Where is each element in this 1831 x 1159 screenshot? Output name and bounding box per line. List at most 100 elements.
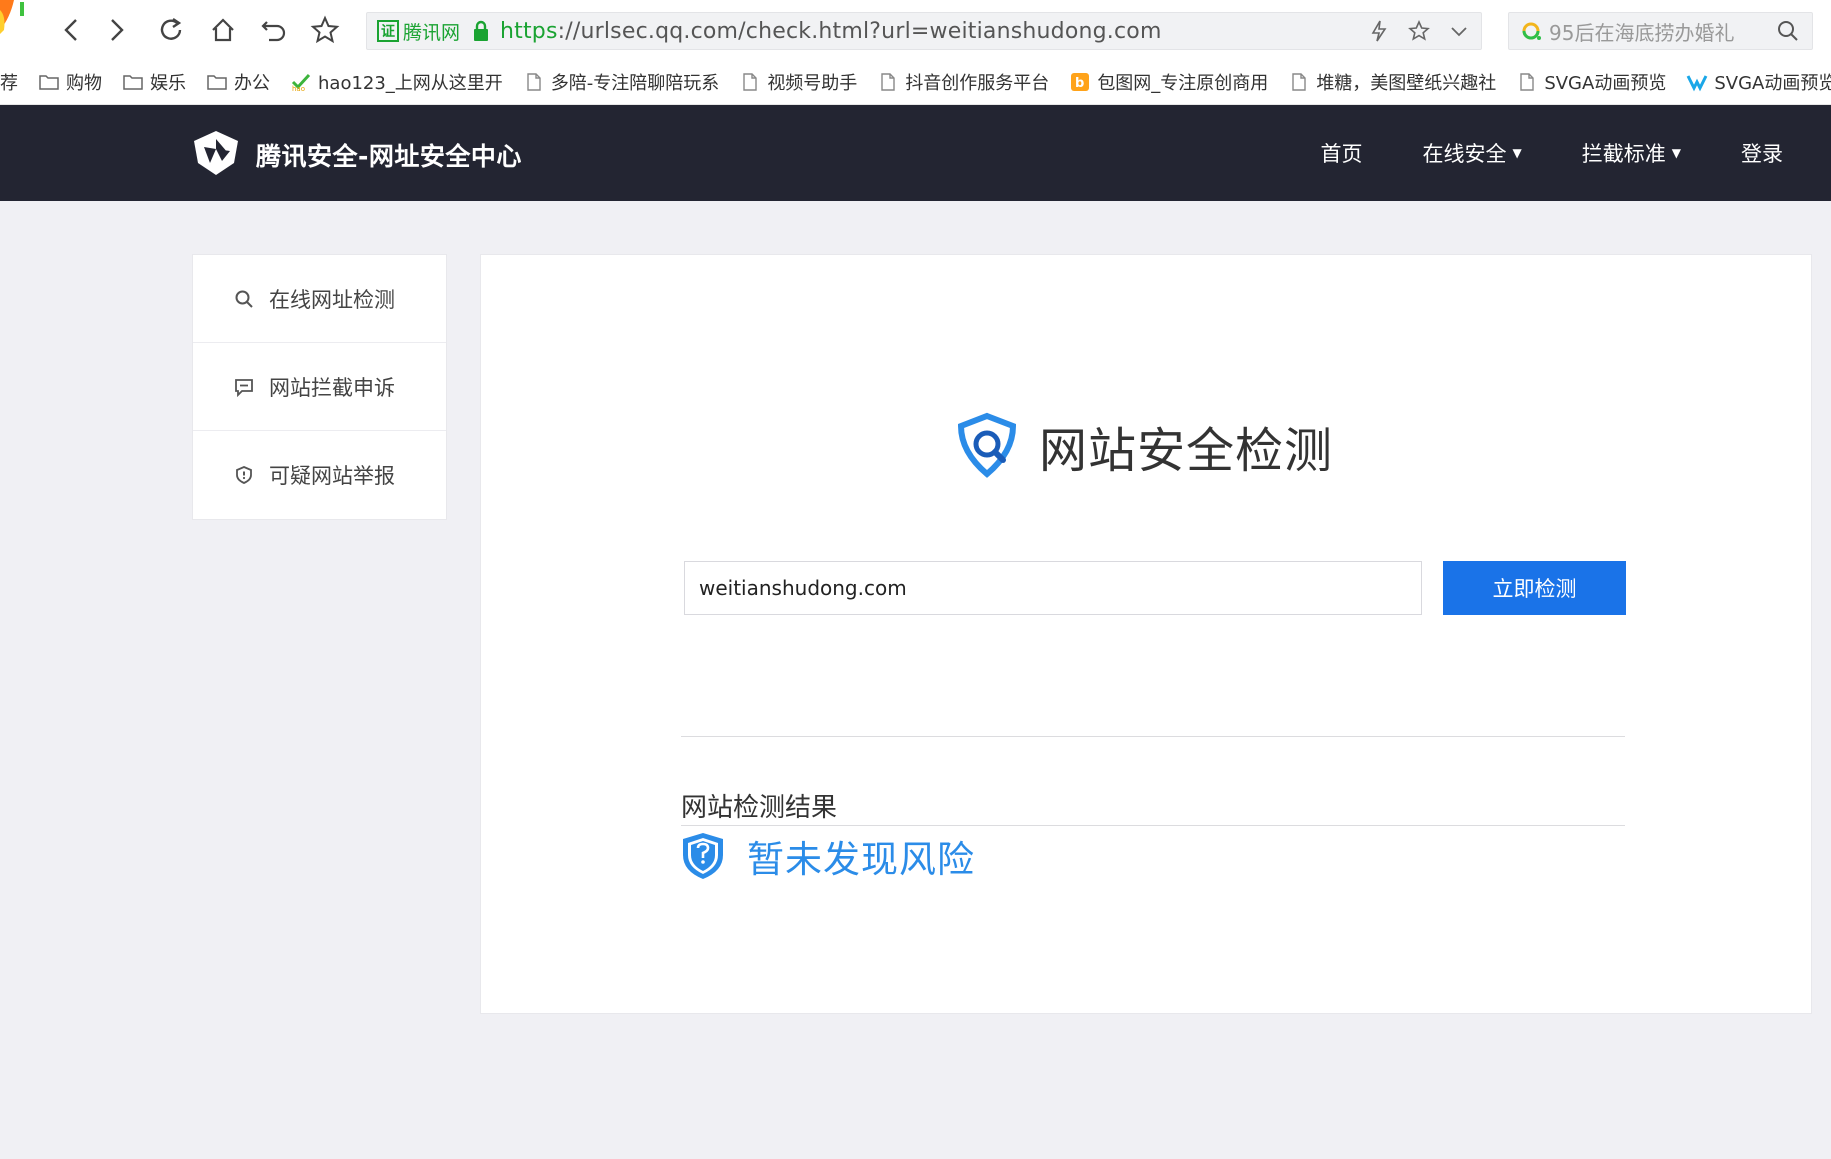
bookmarks-bar: 荐 购物 娱乐 办公 hao hao123_上网从这里开 多陪-专注陪聊陪玩系 视频号助手 抖音… — [0, 60, 1831, 105]
url-rest: ://urlsec.qq.com/check.html?url=weitians… — [557, 18, 1162, 44]
nav-online-security-label: 在线安全 — [1422, 142, 1507, 166]
bookmark-item[interactable]: 娱乐 — [122, 69, 186, 95]
bookmark-label: 购物 — [66, 73, 102, 94]
hao123-icon: hao — [290, 72, 312, 92]
caret-down-icon: ▼ — [1512, 146, 1522, 160]
svga-icon — [1686, 72, 1708, 92]
search-hint: 95后在海底捞办婚礼 — [1549, 20, 1735, 45]
divider — [681, 736, 1625, 737]
result-label: 网站检测结果 — [681, 793, 838, 823]
nav-login-label: 登录 — [1741, 142, 1783, 166]
folder-icon — [206, 72, 228, 92]
bookmark-item[interactable]: b 包图网_专注原创商用 — [1069, 69, 1268, 95]
favorite-button[interactable] — [305, 10, 345, 50]
sidebar-item-url-check[interactable]: 在线网址检测 — [193, 255, 446, 343]
bookmark-item[interactable]: hao hao123_上网从这里开 — [290, 69, 503, 95]
browser-search-box[interactable]: 95后在海底捞办婚礼 — [1508, 12, 1813, 50]
bookmark-label: SVGA动画预览 — [1714, 73, 1831, 94]
bookmark-label: 堆糖，美图壁纸兴趣社 — [1316, 73, 1497, 94]
svg-text:b: b — [1075, 76, 1084, 91]
search-icon — [235, 290, 253, 308]
cert-icon: 证 — [377, 20, 399, 42]
shield-alert-icon — [236, 466, 252, 484]
site-header: 腾讯安全-网址安全中心 首页 在线安全 ▼ 拦截标准 ▼ 登录 — [0, 105, 1831, 201]
page-icon — [739, 72, 761, 92]
chevron-right-icon — [111, 19, 124, 41]
safe-shield-icon — [683, 833, 723, 879]
chevron-down-icon[interactable] — [1447, 19, 1471, 43]
bookmark-item[interactable]: 堆糖，美图壁纸兴趣社 — [1288, 69, 1496, 95]
page-title: 网站安全检测 — [1039, 423, 1334, 479]
sidebar-item-label: 可疑网站举报 — [269, 464, 395, 488]
bookmark-item[interactable]: 多陪-专注陪聊陪玩系 — [523, 69, 720, 95]
browser-logo-icon — [0, 0, 24, 34]
search-icon[interactable] — [1776, 19, 1800, 43]
bookmark-label: 包图网_专注原创商用 — [1097, 73, 1269, 94]
page-icon — [523, 72, 545, 92]
bookmark-item[interactable]: 视频号助手 — [739, 69, 857, 95]
page-icon — [1288, 72, 1310, 92]
nav-login[interactable]: 登录 — [1741, 138, 1783, 168]
bookmark-item[interactable]: 荐 — [0, 69, 18, 95]
sidebar-item-label: 网站拦截申诉 — [269, 375, 395, 400]
undo-close-button[interactable] — [254, 10, 294, 50]
cert-badge[interactable]: 证 腾讯网 — [377, 18, 460, 45]
back-button[interactable] — [52, 10, 92, 50]
star-icon — [310, 15, 340, 44]
chevron-left-icon — [64, 19, 77, 41]
browser-toolbar: 证 腾讯网 https://urlsec.qq.com/check.html?u… — [0, 0, 1831, 60]
bookmark-label: SVGA动画预览 — [1544, 73, 1667, 94]
cert-label: 腾讯网 — [403, 21, 461, 44]
shield-search-icon — [957, 412, 1017, 478]
main-panel: 网站安全检测 立即检测 网站检测结果 暂未发现风险 — [480, 254, 1812, 1014]
home-icon — [212, 18, 234, 42]
bookmark-label: 抖音创作服务平台 — [905, 73, 1050, 94]
bookmark-label: 视频号助手 — [767, 73, 858, 94]
message-icon — [235, 378, 253, 397]
bookmark-label: 多陪-专注陪聊陪玩系 — [550, 73, 720, 94]
result-status-text: 暂未发现风险 — [747, 838, 975, 881]
bookmark-item[interactable]: 办公 — [206, 69, 270, 95]
home-button[interactable] — [203, 10, 243, 50]
undo-icon — [261, 21, 286, 42]
bookmark-label: 办公 — [234, 73, 270, 94]
url-scheme: https — [500, 18, 558, 44]
divider — [681, 825, 1625, 826]
bookmark-item[interactable]: SVGA动画预览 — [1686, 69, 1831, 95]
forward-button[interactable] — [96, 10, 136, 50]
bookmark-label: 荐 — [0, 73, 18, 94]
bookmark-label: hao123_上网从这里开 — [318, 73, 503, 94]
baotu-icon: b — [1069, 72, 1091, 92]
page-icon — [1516, 72, 1538, 92]
svg-text:hao: hao — [292, 85, 305, 92]
sidebar-item-appeal[interactable]: 网站拦截申诉 — [193, 343, 446, 431]
bookmark-item[interactable]: 购物 — [38, 69, 102, 95]
lock-icon — [474, 20, 489, 41]
check-now-button[interactable]: 立即检测 — [1443, 561, 1626, 615]
folder-icon — [122, 72, 144, 92]
sidebar-item-label: 在线网址检测 — [269, 287, 395, 312]
reload-button[interactable] — [151, 10, 191, 50]
url-input[interactable] — [684, 561, 1422, 615]
address-bar[interactable]: 证 腾讯网 https://urlsec.qq.com/check.html?u… — [366, 12, 1482, 50]
folder-icon — [38, 72, 60, 92]
site-nav: 首页 在线安全 ▼ 拦截标准 ▼ 登录 — [1321, 105, 1783, 201]
nav-home[interactable]: 首页 — [1321, 138, 1363, 168]
page-icon — [877, 72, 899, 92]
nav-block-standard-label: 拦截标准 — [1581, 142, 1666, 166]
sidebar: 在线网址检测 网站拦截申诉 可疑网站举报 — [192, 254, 447, 520]
lightning-icon[interactable] — [1367, 19, 1391, 43]
url-text[interactable]: https://urlsec.qq.com/check.html?url=wei… — [500, 19, 1162, 44]
bookmark-label: 娱乐 — [150, 73, 186, 94]
site-title[interactable]: 腾讯安全-网址安全中心 — [256, 137, 522, 173]
nav-online-security[interactable]: 在线安全 ▼ — [1423, 138, 1522, 168]
tencent-security-logo-icon[interactable] — [190, 127, 242, 179]
nav-home-label: 首页 — [1320, 142, 1363, 166]
bookmark-star-icon[interactable] — [1407, 19, 1431, 43]
result-row: 暂未发现风险 — [681, 829, 975, 883]
bookmark-item[interactable]: 抖音创作服务平台 — [877, 69, 1049, 95]
bookmark-item[interactable]: SVGA动画预览 — [1516, 69, 1666, 95]
nav-block-standard[interactable]: 拦截标准 ▼ — [1582, 138, 1681, 168]
sidebar-item-report[interactable]: 可疑网站举报 — [193, 431, 446, 519]
caret-down-icon: ▼ — [1671, 146, 1681, 160]
